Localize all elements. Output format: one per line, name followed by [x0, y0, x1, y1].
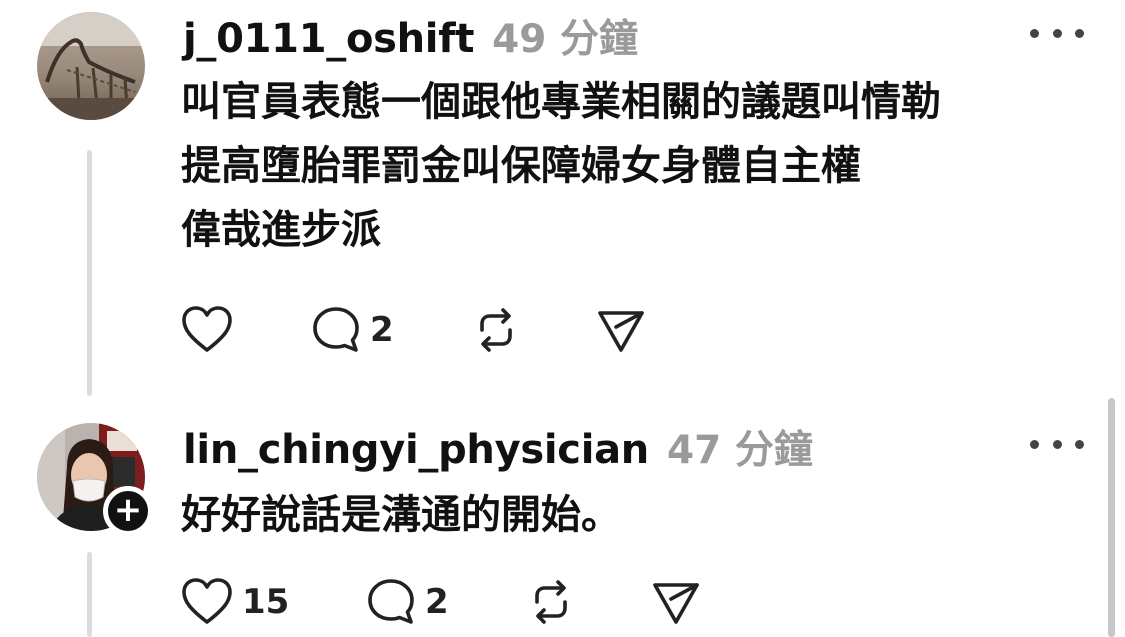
share-button[interactable] — [595, 302, 647, 358]
reply-post-1: j_0111_oshift 49 分鐘 叫官員表態一個跟他專業相關的議題叫情勒 提… — [0, 0, 1125, 400]
heart-icon — [182, 306, 232, 352]
reply-post-2: + lin_chingyi_physician 47 分鐘 好好說話是溝通的開始。… — [0, 400, 1125, 637]
more-dot — [1075, 28, 1084, 38]
comment-bubble-icon — [368, 579, 414, 624]
like-count: 15 — [242, 582, 290, 622]
repost-button[interactable] — [525, 574, 577, 630]
comment-bubble-icon — [313, 307, 359, 352]
reply-button[interactable]: 2 — [310, 302, 394, 358]
scrollbar[interactable] — [1108, 398, 1115, 637]
reply-button[interactable]: 2 — [365, 574, 449, 630]
more-dot — [1075, 439, 1084, 449]
username[interactable]: j_0111_oshift — [183, 16, 474, 62]
more-dot — [1052, 28, 1062, 38]
heart-icon — [182, 578, 232, 624]
avatar-photo — [37, 12, 145, 120]
thread-line — [87, 552, 92, 637]
post-text: 叫官員表態一個跟他專業相關的議題叫情勒 提高墮胎罪罰金叫保障婦女身體自主權 偉哉… — [181, 70, 941, 262]
repost-arrows-icon — [535, 580, 567, 624]
post-text: 好好說話是溝通的開始。 — [181, 483, 621, 547]
post-text-line: 叫官員表態一個跟他專業相關的議題叫情勒 — [181, 79, 941, 125]
post-header: j_0111_oshift 49 分鐘 — [183, 8, 638, 62]
more-dot — [1030, 28, 1039, 38]
post-text-line: 偉哉進步派 — [181, 207, 381, 253]
like-button[interactable]: 15 — [180, 574, 289, 630]
follow-plus-button[interactable]: + — [103, 486, 153, 536]
reply-count: 2 — [425, 582, 449, 622]
more-dots-icon[interactable] — [1030, 18, 1084, 48]
timestamp: 49 分鐘 — [492, 17, 638, 62]
more-dot — [1052, 439, 1062, 449]
share-button[interactable] — [650, 574, 702, 630]
timestamp: 47 分鐘 — [667, 428, 813, 473]
thread-line — [87, 150, 92, 396]
repost-button[interactable] — [470, 302, 522, 358]
reply-count: 2 — [370, 310, 394, 350]
post-text-line: 好好說話是溝通的開始。 — [181, 492, 621, 538]
post-text-line: 提高墮胎罪罰金叫保障婦女身體自主權 — [181, 143, 861, 189]
more-dots-icon[interactable] — [1030, 429, 1084, 459]
send-paper-plane-icon — [598, 311, 644, 352]
username[interactable]: lin_chingyi_physician — [183, 427, 649, 473]
more-dot — [1030, 439, 1039, 449]
post-header: lin_chingyi_physician 47 分鐘 — [183, 419, 813, 473]
repost-arrows-icon — [480, 308, 512, 352]
like-button[interactable] — [180, 302, 234, 358]
send-paper-plane-icon — [653, 583, 699, 624]
avatar[interactable] — [37, 12, 145, 120]
